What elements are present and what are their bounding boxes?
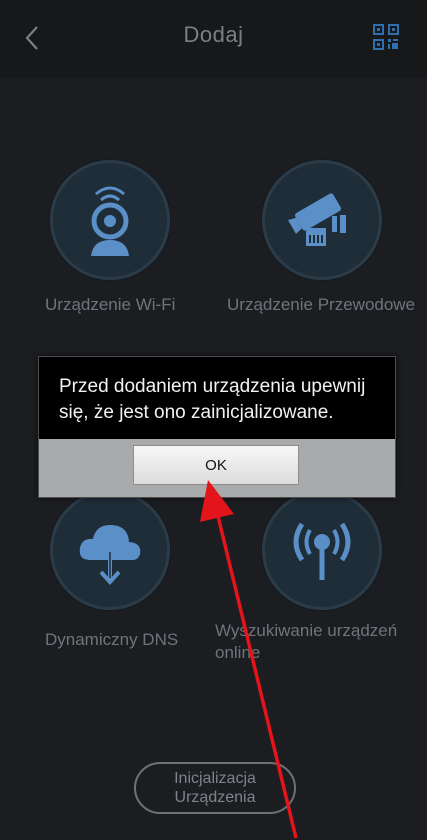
- info-dialog: Przed dodaniem urządzenia upewnij się, ż…: [38, 356, 396, 498]
- page-title: Dodaj: [183, 22, 244, 47]
- wired-camera-icon: [288, 193, 346, 246]
- ok-button[interactable]: OK: [133, 445, 299, 485]
- wifi-camera-icon: [91, 186, 129, 256]
- wired-device-button[interactable]: [262, 160, 382, 280]
- qr-scan-icon[interactable]: [373, 24, 399, 50]
- online-search-button[interactable]: [262, 490, 382, 610]
- wifi-device-button[interactable]: [50, 160, 170, 280]
- add-device-screen: Dodaj Urządzenie Wi-Fi Urządzenie Przewo…: [0, 0, 427, 840]
- cloud-download-icon: [79, 524, 141, 585]
- dialog-button-bar: OK: [39, 439, 395, 497]
- tile-label: Wyszukiwanie urządzeń online: [215, 621, 398, 662]
- tile-label: Urządzenie Wi-Fi: [45, 295, 176, 314]
- tile-label: Urządzenie Przewodowe: [227, 295, 416, 314]
- signal-search-icon: [293, 522, 351, 580]
- header-bar: Dodaj: [0, 0, 427, 78]
- initialize-device-button[interactable]: Inicjalizacja Urządzenia: [134, 762, 296, 814]
- dialog-message: Przed dodaniem urządzenia upewnij się, ż…: [59, 376, 366, 423]
- init-button-line2: Urządzenia: [174, 789, 256, 806]
- tile-label: Dynamiczny DNS: [45, 630, 179, 649]
- init-button-line1: Inicjalizacja: [174, 770, 256, 787]
- dynamic-dns-button[interactable]: [50, 490, 170, 610]
